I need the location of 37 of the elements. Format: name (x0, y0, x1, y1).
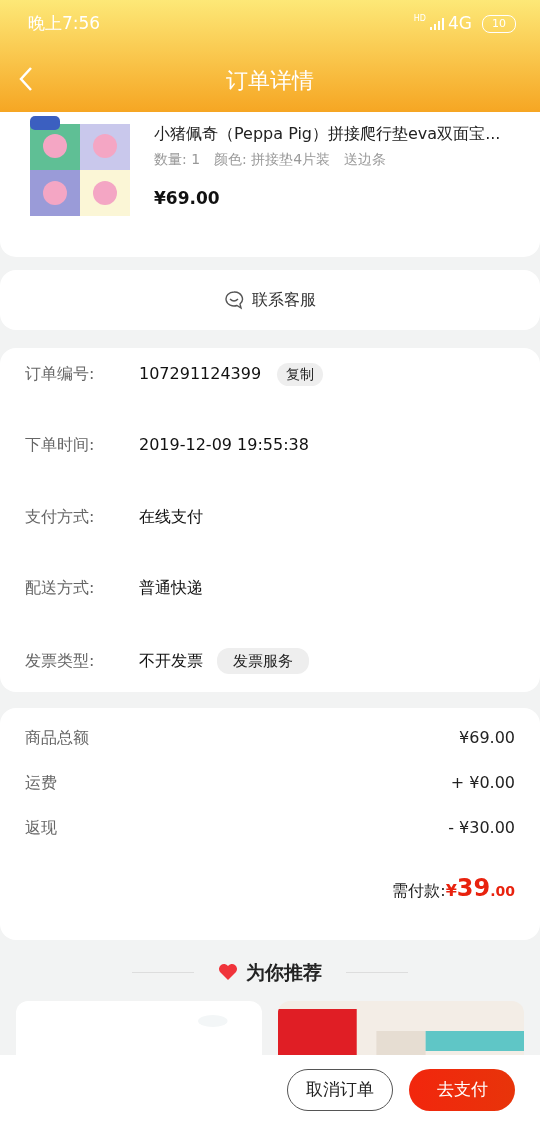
info-value: 在线支付 (139, 505, 203, 528)
total-value: - ¥30.00 (448, 817, 515, 839)
product-title[interactable]: 小猪佩奇（Peppa Pig）拼接爬行垫eva双面宝... (154, 122, 501, 146)
info-value: 107291124399 (139, 363, 262, 385)
spec-text: 数量: 1 (154, 150, 201, 169)
hd-label: HD (413, 13, 426, 26)
info-label: 订单编号: (25, 363, 96, 385)
payable-amount: ¥39.00 (445, 873, 515, 904)
info-label: 配送方式: (25, 577, 96, 600)
spec-text: 送边条 (344, 150, 387, 169)
battery-indicator: 10 (482, 14, 516, 34)
signal-icon (430, 18, 444, 30)
heart-icon (218, 963, 238, 982)
spec-text: 颜色: 拼接垫4片装 (214, 150, 331, 169)
payable-label: 需付款: (392, 880, 446, 902)
total-value: + ¥0.00 (450, 772, 515, 794)
total-label: 运费 (25, 772, 57, 794)
pay-button[interactable]: 去支付 (409, 1068, 515, 1111)
total-label: 商品总额 (25, 727, 89, 749)
cancel-order-button[interactable]: 取消订单 (287, 1068, 393, 1111)
contact-service-link[interactable]: 联系客服 (252, 288, 316, 312)
copy-button[interactable]: 复制 (277, 362, 324, 386)
info-value: 2019-12-09 19:55:38 (139, 434, 309, 457)
info-label: 发票类型: (25, 649, 96, 672)
info-label: 下单时间: (25, 434, 96, 457)
total-value: ¥69.00 (459, 727, 515, 749)
product-price: ¥69.00 (154, 187, 221, 210)
info-label: 支付方式: (25, 505, 96, 528)
page-title: 订单详情 (226, 66, 314, 95)
info-value: 普通快递 (139, 577, 203, 600)
total-label: 返现 (25, 817, 57, 839)
network-label: 4G (448, 12, 472, 36)
status-time: 晚上7:56 (28, 12, 101, 36)
invoice-service-button[interactable]: 发票服务 (217, 647, 309, 674)
section-title: 为你推荐 (246, 960, 322, 985)
info-value: 不开发票 (139, 649, 203, 672)
chat-icon[interactable] (224, 290, 244, 310)
